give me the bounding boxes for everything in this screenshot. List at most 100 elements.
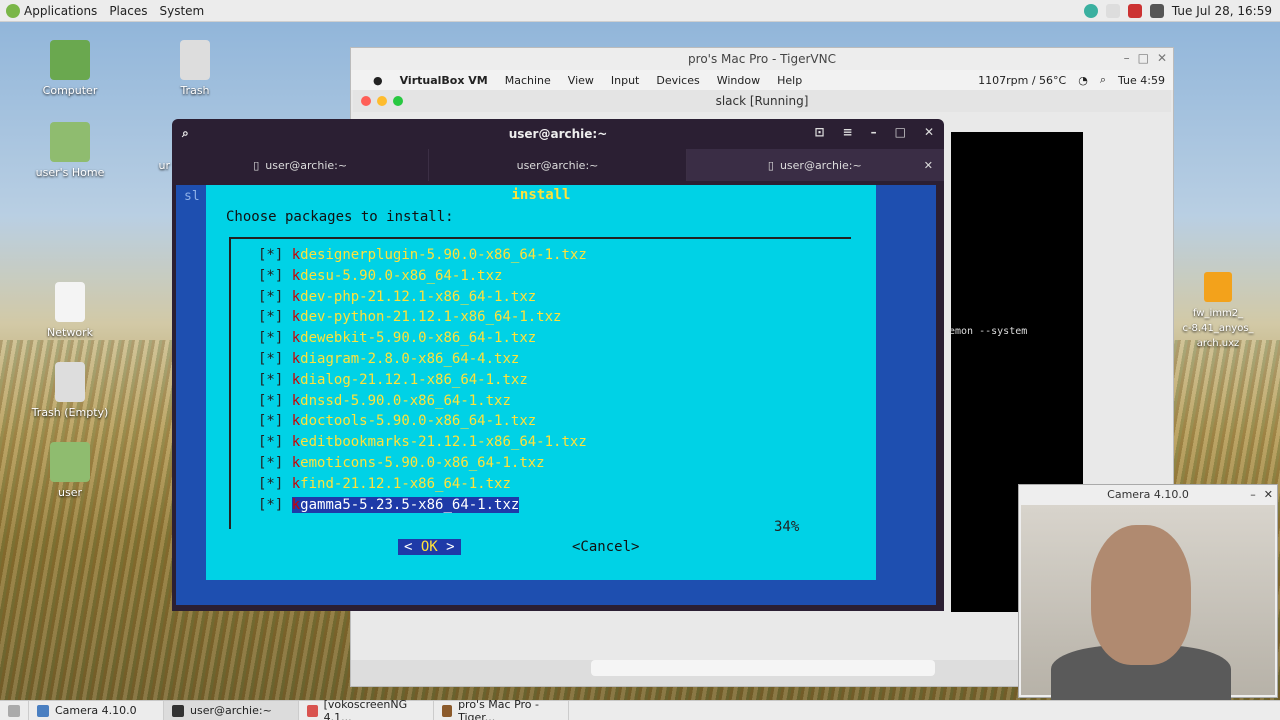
- tab-1[interactable]: ▯ user@archie:~: [172, 149, 430, 181]
- network-icon[interactable]: [1083, 4, 1098, 18]
- package-checkbox[interactable]: [*]: [258, 330, 283, 346]
- applet-icon[interactable]: [1105, 4, 1120, 18]
- close-icon[interactable]: ✕: [924, 125, 934, 139]
- package-item[interactable]: [*] kdoctools-5.90.0-x86_64-1.txz: [258, 413, 536, 434]
- desktop-icon-archive[interactable]: fw_imm2_ c-8.41_anyos_ arch.uxz: [1168, 272, 1268, 351]
- show-desktop-button[interactable]: [0, 700, 29, 720]
- package-item[interactable]: [*] kdialog-21.12.1-x86_64-1.txz: [258, 372, 528, 393]
- terminal-icon: ▯: [767, 158, 774, 172]
- package-checkbox[interactable]: [*]: [258, 455, 283, 471]
- computer-icon: [50, 40, 90, 80]
- display-icon[interactable]: [1149, 4, 1164, 18]
- desktop-icon-trash[interactable]: Trash: [150, 40, 240, 97]
- cancel-button[interactable]: <Cancel>: [572, 539, 639, 555]
- package-checkbox[interactable]: [*]: [258, 247, 283, 263]
- system-menu[interactable]: System: [153, 4, 210, 18]
- mac-menu-window[interactable]: Window: [717, 74, 760, 87]
- desktop-icon-trash-empty[interactable]: Trash (Empty): [25, 362, 115, 419]
- mac-menu-devices[interactable]: Devices: [656, 74, 699, 87]
- taskbar-camera[interactable]: Camera 4.10.0: [29, 700, 164, 720]
- mac-clock[interactable]: Tue 4:59: [1118, 74, 1165, 87]
- mac-menu-help[interactable]: Help: [777, 74, 802, 87]
- package-item[interactable]: [*] kdewebkit-5.90.0-x86_64-1.txz: [258, 330, 536, 351]
- pin-icon[interactable]: ⊡: [814, 125, 824, 139]
- terminal-icon: ▯: [253, 158, 260, 172]
- package-name: kdialog-21.12.1-x86_64-1.txz: [291, 371, 528, 388]
- desktop-icon-network[interactable]: Network: [25, 282, 115, 339]
- package-checkbox[interactable]: [*]: [258, 372, 283, 388]
- clock[interactable]: Tue Jul 28, 16:59: [1172, 4, 1272, 18]
- package-name: kemoticons-5.90.0-x86_64-1.txz: [291, 455, 545, 471]
- terminal-title: user@archie:~: [508, 127, 608, 141]
- tab-2[interactable]: user@archie:~: [429, 149, 687, 181]
- mac-menubar: ● VirtualBox VM Machine View Input Devic…: [351, 70, 1173, 90]
- terminal-icon: [172, 704, 184, 717]
- wifi-icon[interactable]: ◔: [1078, 74, 1088, 87]
- package-item[interactable]: [*] kdesu-5.90.0-x86_64-1.txz: [258, 268, 502, 289]
- mac-zoom-icon[interactable]: [393, 96, 403, 106]
- mac-menu-input[interactable]: Input: [611, 74, 639, 87]
- package-name: kdesignerplugin-5.90.0-x86_64-1.txz: [291, 247, 587, 263]
- package-item[interactable]: [*] kdnssd-5.90.0-x86_64-1.txz: [258, 393, 511, 414]
- package-name: kdesu-5.90.0-x86_64-1.txz: [291, 267, 503, 284]
- terminal-window: ⌕ user@archie:~ ⊡ ≡ – □ ✕ ▯ user@archie:~ use…: [172, 119, 944, 611]
- record-icon[interactable]: [1127, 4, 1142, 18]
- package-item[interactable]: [*] kdiagram-2.8.0-x86_64-4.txz: [258, 351, 519, 372]
- mac-dock[interactable]: [591, 660, 935, 676]
- package-checkbox[interactable]: [*]: [258, 476, 283, 492]
- taskbar-vnc[interactable]: pro's Mac Pro - Tiger...: [434, 698, 569, 720]
- package-item[interactable]: [*] kdev-python-21.12.1-x86_64-1.txz: [258, 309, 561, 330]
- top-panel: Applications Places System Tue Jul 28, 1…: [0, 0, 1280, 22]
- package-checkbox[interactable]: [*]: [258, 289, 283, 305]
- search-icon[interactable]: ⌕: [182, 126, 189, 141]
- search-icon[interactable]: ⌕: [1100, 73, 1106, 87]
- package-checkbox[interactable]: [*]: [258, 434, 283, 450]
- mac-menu-view[interactable]: View: [568, 74, 594, 87]
- mac-menu-machine[interactable]: Machine: [505, 74, 551, 87]
- close-icon[interactable]: ✕: [1264, 488, 1273, 501]
- minimize-icon[interactable]: –: [871, 125, 877, 139]
- close-icon[interactable]: ✕: [1157, 51, 1167, 65]
- tab-3[interactable]: ▯ user@archie:~ ✕: [686, 149, 944, 181]
- mac-menu-app[interactable]: VirtualBox VM: [400, 74, 488, 87]
- minimize-icon[interactable]: –: [1124, 51, 1130, 65]
- ok-button[interactable]: < OK >: [398, 539, 461, 555]
- package-checkbox[interactable]: [*]: [258, 393, 283, 409]
- package-item[interactable]: [*] kgamma5-5.23.5-x86_64-1.txz: [258, 496, 520, 518]
- terminal-console[interactable]: sl install Choose packages to install: […: [176, 185, 936, 605]
- applications-menu[interactable]: Applications: [0, 3, 103, 18]
- fan-status[interactable]: 1107rpm / 56°C: [978, 74, 1066, 87]
- apple-icon[interactable]: ●: [373, 74, 383, 87]
- package-checkbox[interactable]: [*]: [258, 413, 283, 429]
- desktop-icon-home[interactable]: user's Home: [25, 122, 115, 179]
- package-item[interactable]: [*] kdev-php-21.12.1-x86_64-1.txz: [258, 289, 536, 310]
- taskbar-vokoscreen[interactable]: [vokoscreenNG 4.1...: [299, 698, 434, 720]
- package-item[interactable]: [*] kemoticons-5.90.0-x86_64-1.txz: [258, 455, 545, 476]
- trash-icon: [180, 40, 210, 80]
- camera-feed: [1021, 505, 1275, 705]
- taskbar-terminal[interactable]: user@archie:~: [164, 700, 299, 720]
- package-checkbox[interactable]: [*]: [258, 268, 283, 284]
- minimize-icon[interactable]: –: [1250, 488, 1256, 501]
- person-face: [1091, 525, 1191, 665]
- desktop-icon-computer[interactable]: Computer: [25, 40, 115, 97]
- mac-minimize-icon[interactable]: [377, 96, 387, 106]
- vokoscreen-icon: [307, 704, 318, 717]
- package-name: kfind-21.12.1-x86_64-1.txz: [291, 475, 511, 492]
- package-checkbox[interactable]: [*]: [258, 497, 283, 513]
- package-name: kdev-python-21.12.1-x86_64-1.txz: [291, 309, 562, 326]
- vm-screen-text: emon --system: [949, 326, 1028, 337]
- places-menu[interactable]: Places: [103, 4, 153, 18]
- package-item[interactable]: [*] kfind-21.12.1-x86_64-1.txz: [258, 476, 511, 497]
- maximize-icon[interactable]: □: [1138, 51, 1149, 65]
- maximize-icon[interactable]: □: [895, 125, 906, 139]
- package-item[interactable]: [*] keditbookmarks-21.12.1-x86_64-1.txz: [258, 434, 587, 455]
- package-item[interactable]: [*] kdesignerplugin-5.90.0-x86_64-1.txz: [258, 247, 587, 268]
- mac-close-icon[interactable]: [361, 96, 371, 106]
- menu-icon[interactable]: ≡: [843, 125, 853, 139]
- package-checkbox[interactable]: [*]: [258, 351, 283, 367]
- tab-close-icon[interactable]: ✕: [924, 159, 933, 172]
- package-name: keditbookmarks-21.12.1-x86_64-1.txz: [291, 434, 587, 451]
- package-checkbox[interactable]: [*]: [258, 309, 283, 325]
- desktop-icon-user[interactable]: user: [25, 442, 115, 499]
